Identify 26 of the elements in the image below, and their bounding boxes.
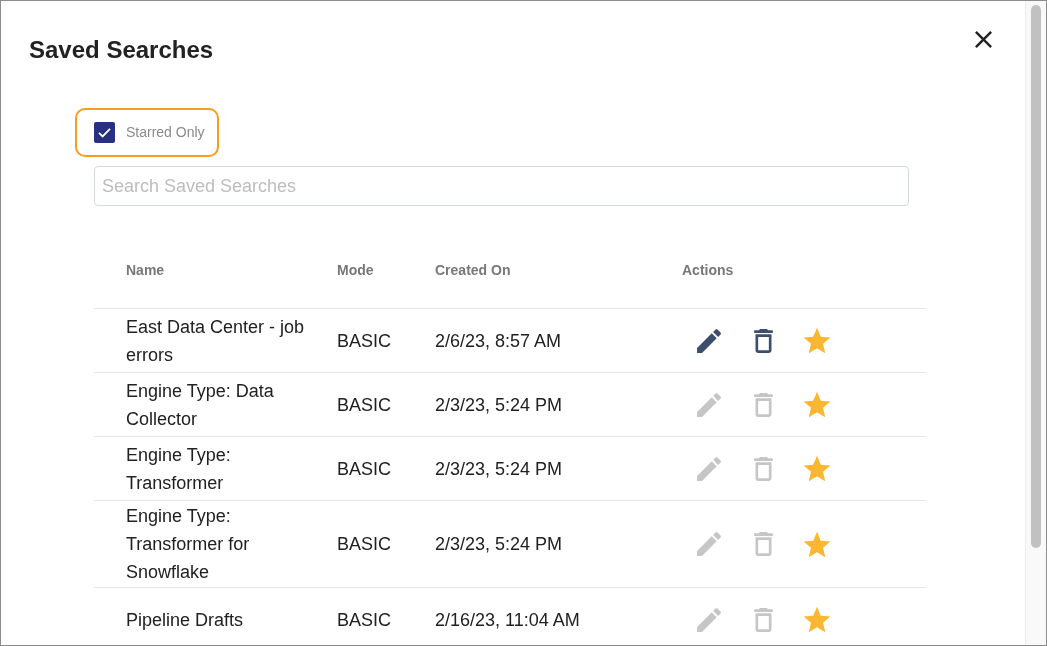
starred-only-checkbox[interactable]: Starred Only [75, 108, 219, 157]
dialog-title: Saved Searches [29, 35, 214, 65]
table-cell-text: Engine Type: Transformer [125, 443, 232, 495]
table-cell-text: East Data Center - job errors [125, 315, 306, 367]
table-cell-text: 2/3/23, 5:24 PM [435, 533, 564, 556]
close-icon [975, 31, 992, 48]
table-cell-text: BASIC [337, 329, 393, 353]
table-cell-text: BASIC [337, 608, 393, 632]
checkbox[interactable] [94, 122, 115, 143]
table-cell-text: Engine Type: Data Collector [125, 379, 275, 431]
column-header: Mode [337, 261, 375, 280]
table-cell-text: BASIC [337, 457, 393, 481]
column-header: Actions [682, 261, 735, 280]
table-cell-text: 2/3/23, 5:24 PM [435, 393, 564, 417]
column-header: Created On [435, 261, 512, 280]
table-cell-text: 2/3/23, 5:24 PM [435, 457, 564, 481]
column-header: Name [125, 261, 166, 280]
table-cell-text: Pipeline Drafts [125, 608, 245, 632]
table-cell-text: Engine Type: Transformer for Snowflake [125, 505, 251, 584]
table-cell-text: BASIC [337, 393, 393, 417]
search-field[interactable]: Search Saved Searches [94, 166, 909, 206]
table-cell-text: BASIC [337, 533, 393, 556]
table-cell-text: 2/16/23, 11:04 AM [435, 608, 581, 632]
close-button[interactable] [975, 31, 992, 48]
table-cell-text: 2/6/23, 8:57 AM [435, 329, 563, 353]
scrollbar-thumb[interactable] [1031, 5, 1041, 548]
